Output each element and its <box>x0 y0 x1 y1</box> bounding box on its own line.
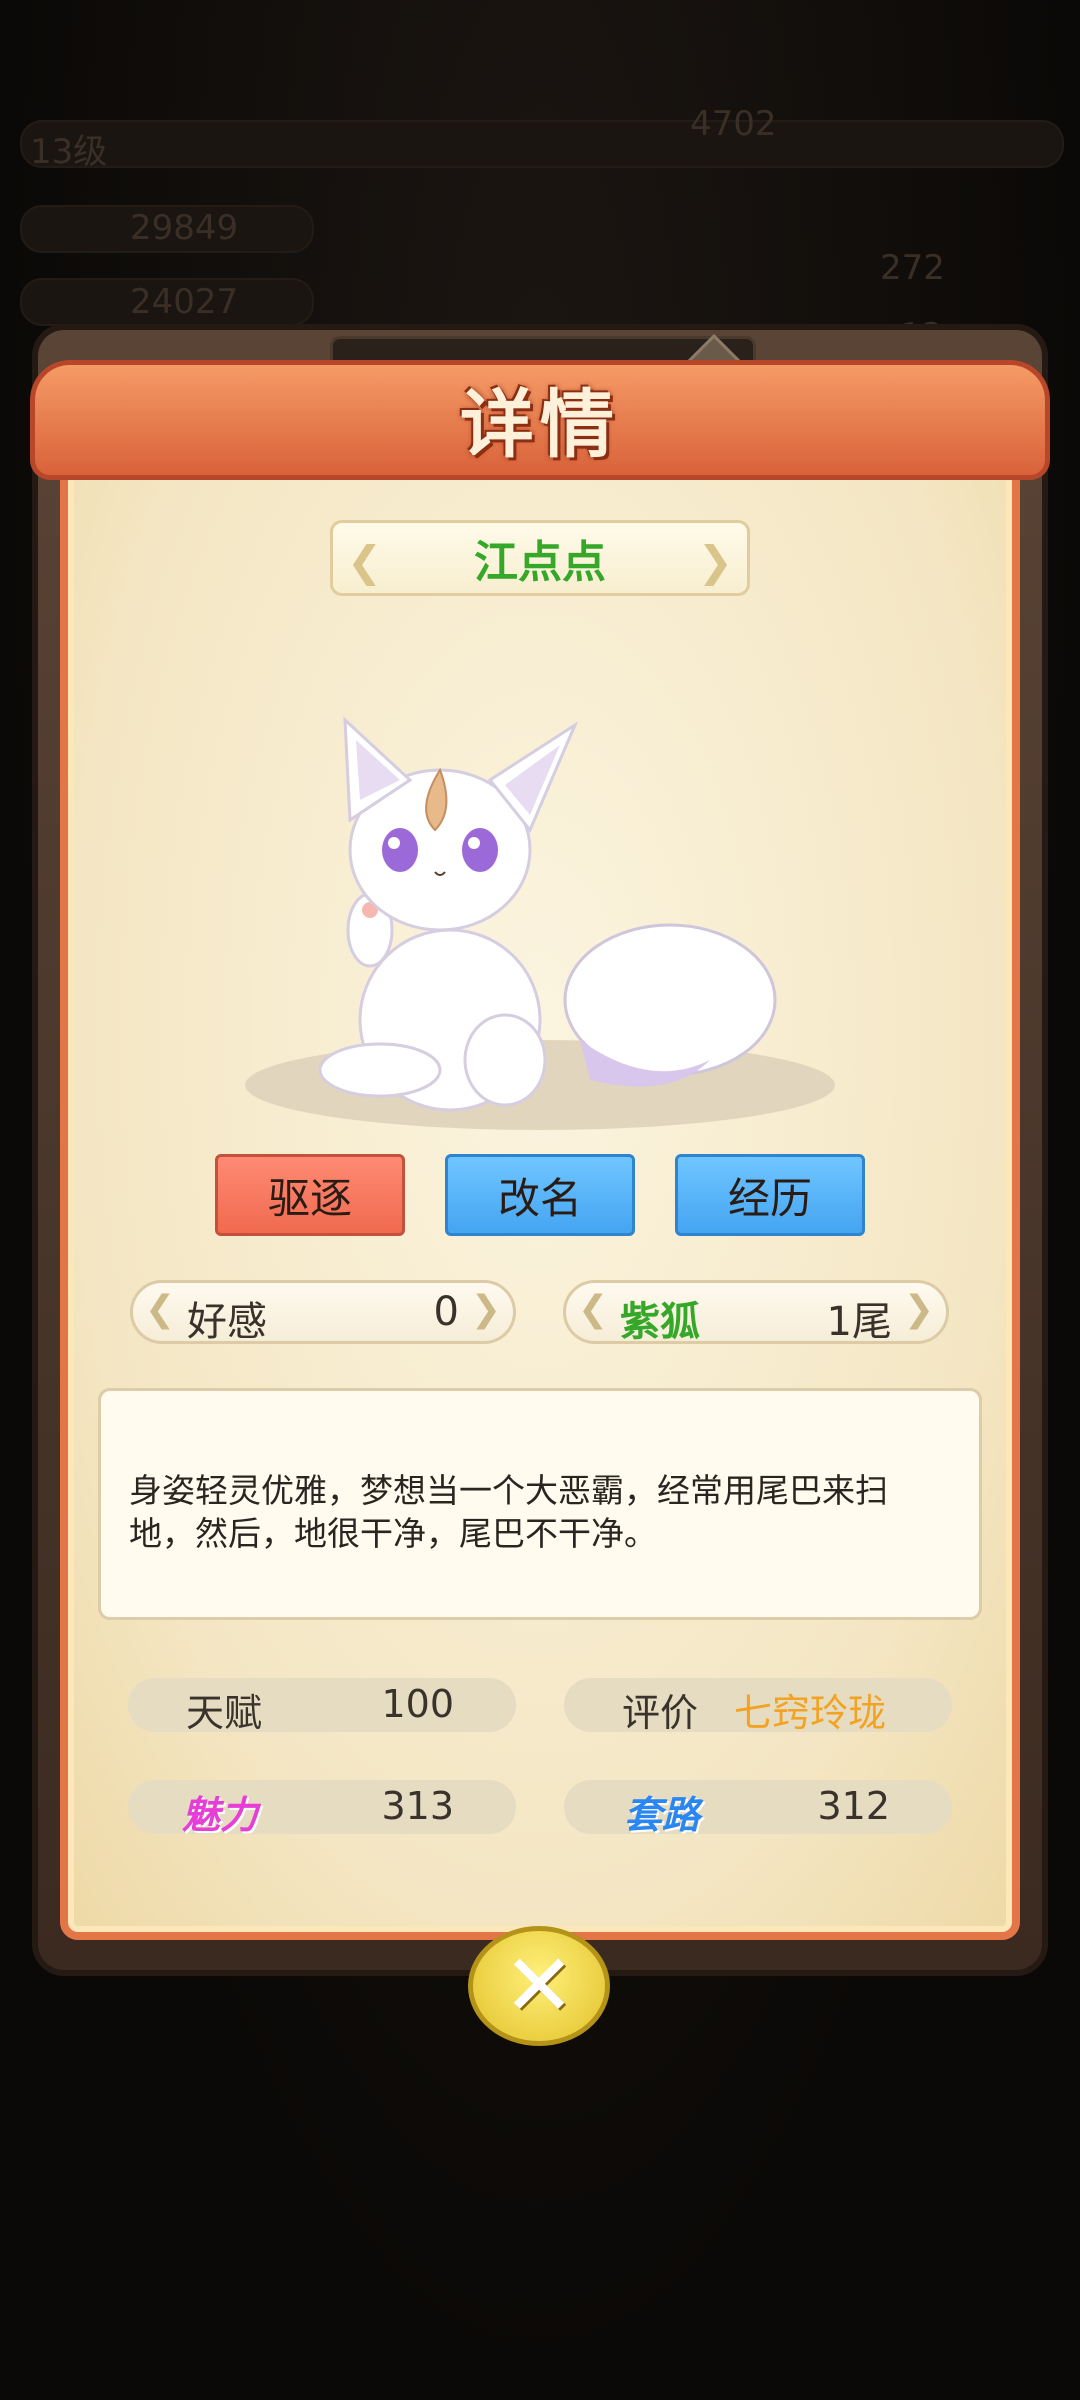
expel-button[interactable]: 驱逐 <box>215 1154 405 1236</box>
tactics-value: 312 <box>817 1784 890 1828</box>
bg-side-a: 272 <box>880 248 945 288</box>
charm-label: 魅力 <box>182 1793 259 1837</box>
fox-pet-illustration <box>318 716 777 1112</box>
charm-stat: 魅力 313 <box>128 1780 516 1837</box>
talent-stat: 天赋 100 <box>128 1678 516 1735</box>
rating-label: 评价 <box>622 1691 699 1735</box>
chevron-left-icon: ❮ <box>347 537 383 586</box>
tactics-stat: 套路 312 <box>564 1780 952 1837</box>
close-button[interactable]: ✕ <box>468 1926 610 2046</box>
affection-plate: ❮ 好感 0 ❯ <box>130 1280 516 1345</box>
close-icon: ✕ <box>502 1936 576 2036</box>
charm-value: 313 <box>381 1784 454 1828</box>
bg-top-bar <box>20 120 1064 168</box>
chevron-right-icon: ❯ <box>697 537 733 586</box>
species-plate: ❮ 紫狐 1尾 ❯ <box>563 1280 949 1345</box>
chevron-left-icon: ❮ <box>578 1289 609 1330</box>
affection-label: 好感 <box>187 1299 267 1345</box>
pet-description: 身姿轻灵优雅，梦想当一个大恶霸，经常用尾巴来扫地，然后，地很干净，尾巴不干净。 <box>98 1388 982 1620</box>
bg-stat-a: 29849 <box>130 208 239 248</box>
bg-currency: 4702 <box>690 104 777 144</box>
affection-value: 0 <box>433 1289 459 1335</box>
talent-value: 100 <box>381 1682 454 1726</box>
modal-title: 详情 <box>460 382 620 468</box>
rating-value: 七窍玲珑 <box>733 1691 886 1735</box>
rename-button[interactable]: 改名 <box>445 1154 635 1236</box>
chevron-right-icon: ❯ <box>470 1289 501 1330</box>
pet-name-plate: ❮ 江点点 ❯ <box>330 520 750 596</box>
chevron-left-icon: ❮ <box>145 1289 176 1330</box>
chevron-right-icon: ❯ <box>903 1289 934 1330</box>
bg-level: 13级 <box>30 132 108 172</box>
bg-stat-b: 24027 <box>130 282 239 322</box>
pet-name: 江点点 <box>474 537 606 588</box>
tail-count: 1尾 <box>826 1299 892 1345</box>
talent-label: 天赋 <box>186 1691 263 1735</box>
tactics-label: 套路 <box>624 1793 701 1837</box>
rating-stat: 评价 七窍玲珑 <box>564 1678 952 1735</box>
species-label: 紫狐 <box>620 1299 700 1345</box>
history-button[interactable]: 经历 <box>675 1154 865 1236</box>
